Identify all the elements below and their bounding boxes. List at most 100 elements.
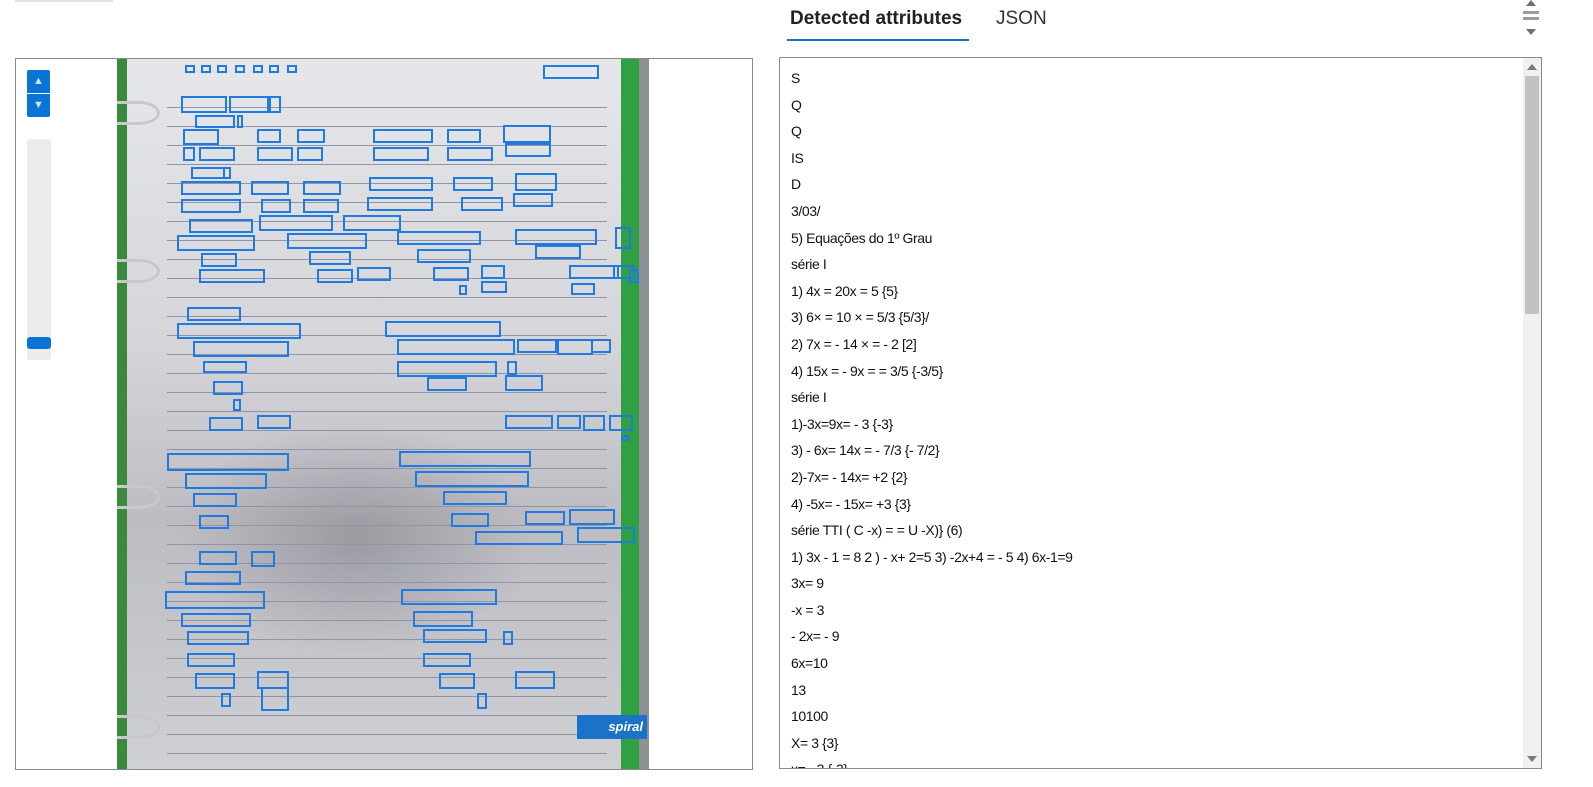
ocr-word-box: [481, 281, 507, 293]
ocr-word-box: [193, 493, 237, 507]
ocr-word-box: [177, 323, 301, 339]
page-scrollbar[interactable]: [1522, 0, 1540, 42]
detected-line: 6x=10: [791, 655, 828, 672]
ocr-word-box: [505, 143, 551, 157]
ocr-word-box: [309, 251, 351, 265]
ocr-word-box: [399, 451, 531, 467]
spiral-logo: spiral: [577, 715, 647, 739]
ocr-word-box: [193, 341, 289, 357]
ocr-word-box: [557, 339, 593, 355]
ocr-word-box: [439, 673, 475, 689]
ocr-word-box: [189, 219, 253, 233]
detected-line: 3) 6× = 10 × = 5/3 {5/3}/: [791, 309, 929, 326]
ocr-word-box: [257, 415, 291, 429]
ocr-word-box: [201, 65, 211, 73]
ocr-word-box: [221, 693, 231, 707]
ocr-word-box: [199, 269, 265, 283]
zoom-slider-track[interactable]: [27, 139, 51, 360]
zoom-slider-handle[interactable]: [27, 337, 51, 349]
ocr-word-box: [269, 96, 281, 113]
binder-ring: [117, 485, 160, 509]
ocr-word-box: [385, 321, 501, 337]
ruled-line: [167, 411, 607, 412]
ocr-word-box: [401, 589, 497, 605]
tab-detected-attributes[interactable]: Detected attributes: [790, 8, 962, 30]
ocr-word-box: [367, 197, 433, 211]
ocr-word-box: [505, 415, 553, 429]
zoom-out-icon[interactable]: ▼: [27, 94, 50, 117]
ocr-word-box: [251, 551, 275, 567]
ocr-word-box: [525, 511, 565, 525]
detected-attributes-panel[interactable]: S Q Q IS D 3/03/5) Equações do 1º Grau série I…: [779, 57, 1542, 769]
ruled-line: [167, 373, 607, 374]
ocr-word-box: [187, 653, 235, 667]
ocr-word-box: [505, 375, 543, 391]
ruled-line: [167, 734, 607, 735]
ocr-word-box: [203, 361, 247, 373]
active-tab-indicator: [787, 39, 969, 41]
ocr-word-box: [181, 613, 251, 627]
scroll-down-arrow-icon[interactable]: [1527, 756, 1537, 762]
ocr-word-box: [369, 177, 433, 191]
ocr-word-box: [223, 167, 231, 179]
detected-line: -x = 3: [791, 601, 825, 618]
ocr-word-box: [433, 267, 469, 281]
image-viewer[interactable]: ▲ ▼ spiral: [15, 58, 753, 770]
ocr-word-box: [557, 415, 581, 429]
scroll-down-arrow-icon[interactable]: [1526, 29, 1536, 35]
ocr-word-box: [251, 181, 289, 195]
ocr-word-box: [199, 147, 235, 161]
ruled-line: [167, 525, 607, 526]
ocr-word-box: [165, 591, 265, 609]
ocr-word-box: [257, 129, 281, 143]
scroll-up-arrow-icon[interactable]: [1526, 0, 1536, 6]
ruled-line: [167, 753, 607, 754]
detected-line: 2) 7x = - 14 × = - 2 [2]: [791, 335, 917, 352]
ruled-line: [167, 696, 607, 697]
ocr-word-box: [185, 65, 195, 73]
ocr-word-box: [415, 471, 529, 487]
ocr-word-box: [195, 673, 235, 689]
detected-line: X= 3 {3}: [791, 734, 839, 751]
ocr-word-box: [181, 96, 227, 113]
ocr-word-box: [183, 129, 219, 145]
detected-line: 4) -5x= - 15x= +3 {3}: [791, 495, 911, 512]
ocr-word-box: [613, 265, 635, 279]
detected-line: 2)-7x= - 14x= +2 {2}: [791, 468, 908, 485]
zoom-in-icon[interactable]: ▲: [27, 70, 50, 93]
binder-ring: [117, 101, 160, 125]
results-scrollbar[interactable]: [1523, 58, 1541, 768]
ocr-word-box: [187, 631, 249, 645]
ruled-line: [167, 715, 607, 716]
scroll-up-arrow-icon[interactable]: [1527, 64, 1537, 70]
detected-line: série I: [791, 389, 827, 406]
ruled-line: [167, 164, 607, 165]
ocr-word-box: [517, 339, 557, 353]
notebook-photo: spiral: [117, 59, 649, 769]
ocr-word-box: [461, 197, 503, 211]
ocr-word-box: [297, 147, 323, 161]
ocr-word-box: [453, 177, 493, 191]
ocr-word-box: [287, 233, 367, 249]
ocr-word-box: [621, 435, 629, 441]
ocr-word-box: [513, 193, 553, 207]
ocr-word-box: [185, 571, 241, 585]
ocr-word-box: [569, 265, 619, 279]
ocr-word-box: [257, 147, 293, 161]
ocr-word-box: [397, 361, 497, 377]
ocr-word-box: [233, 399, 241, 411]
ocr-word-box: [591, 339, 611, 353]
ocr-word-box: [235, 65, 245, 73]
tab-json[interactable]: JSON: [996, 8, 1047, 30]
detected-line: Q: [791, 123, 802, 140]
scrollbar-thumb[interactable]: [1525, 76, 1539, 314]
ocr-word-box: [373, 147, 429, 161]
detected-line: 3x= 9: [791, 575, 824, 592]
ocr-word-box: [261, 199, 291, 213]
ocr-word-box: [427, 377, 467, 391]
ocr-word-box: [443, 491, 507, 505]
ocr-word-box: [535, 245, 581, 259]
detected-line: 10100: [791, 708, 828, 725]
detected-line: série I: [791, 256, 827, 273]
ocr-word-box: [303, 181, 341, 195]
